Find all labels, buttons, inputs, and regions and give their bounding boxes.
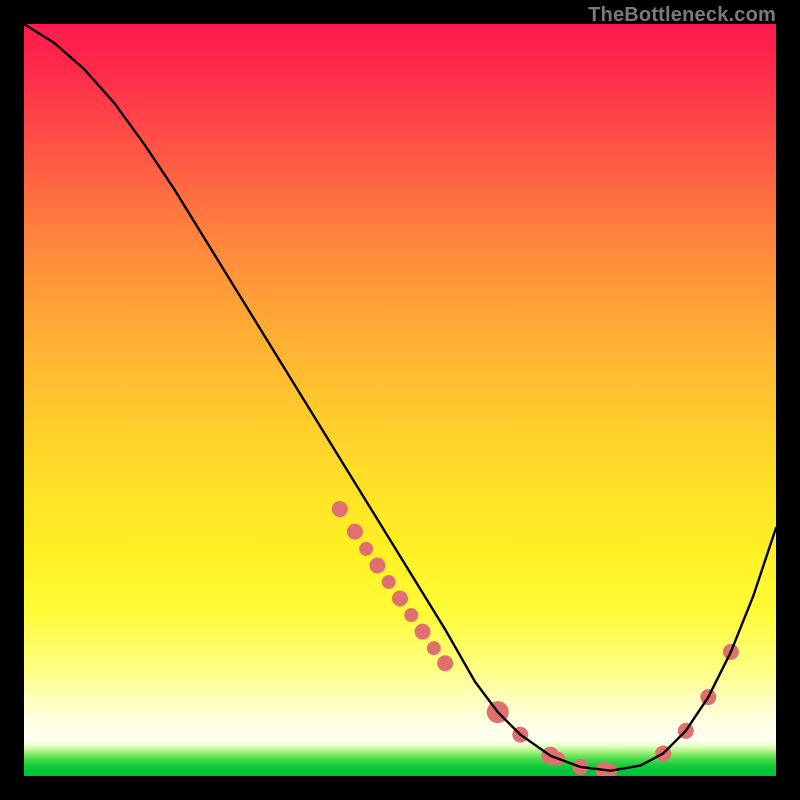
- scatter-dot: [415, 624, 431, 640]
- chart-svg: [24, 24, 776, 776]
- watermark: TheBottleneck.com: [588, 4, 776, 27]
- scatter-dot: [347, 524, 363, 540]
- scatter-dot: [359, 542, 373, 556]
- scatter-dot: [369, 557, 385, 573]
- curve-path: [24, 24, 776, 771]
- scatter-dot: [437, 655, 453, 671]
- chart-container: TheBottleneck.com: [0, 0, 800, 800]
- scatter-dot: [332, 501, 348, 517]
- scatter-dot: [382, 575, 396, 589]
- scatter-dot: [392, 591, 408, 607]
- scatter-dot: [404, 608, 418, 622]
- scatter-dot: [427, 641, 441, 655]
